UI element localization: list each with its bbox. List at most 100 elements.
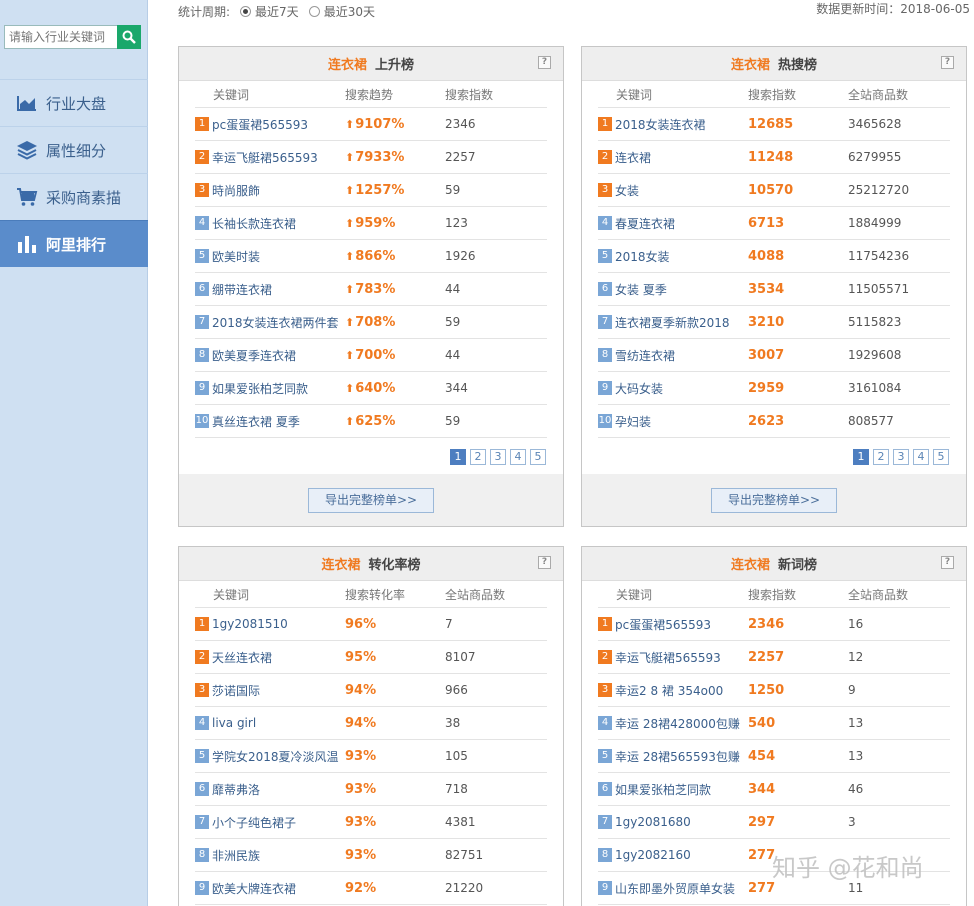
keyword-link[interactable]: 欧美夏季连衣裙 <box>212 347 296 364</box>
table-row: 10 孕妇装 2623 808577 <box>598 405 950 438</box>
panel-category[interactable]: 连衣裙 <box>731 54 770 73</box>
keyword-link[interactable]: 绷带连衣裙 <box>212 281 272 298</box>
column-header: 全站商品数 <box>848 87 909 102</box>
metric-value: 540 <box>748 715 776 731</box>
metric-count: 1884999 <box>848 216 902 230</box>
rank-badge: 6 <box>195 782 209 796</box>
metric-count: 123 <box>445 216 468 230</box>
sidebar-item-ali-ranking[interactable]: 阿里排行 <box>0 220 148 267</box>
bar-chart-icon <box>16 234 38 254</box>
page-button[interactable]: 5 <box>530 449 546 465</box>
keyword-link[interactable]: 幸运飞艇裙565593 <box>615 649 721 666</box>
keyword-link[interactable]: 2018女装连衣裙 <box>615 116 706 133</box>
rank-badge: 5 <box>598 249 612 263</box>
up-arrow-icon: ⬆ <box>345 315 355 329</box>
rank-badge: 6 <box>598 282 612 296</box>
metric-count: 1926 <box>445 249 476 263</box>
sidebar-item-label: 阿里排行 <box>46 235 107 254</box>
sidebar-nav: 行业大盘 属性细分 采购商素描 阿里排行 <box>0 79 148 267</box>
panel-header: 连衣裙 热搜榜? <box>582 47 966 81</box>
metric-count: 2257 <box>445 150 476 164</box>
help-icon[interactable]: ? <box>941 556 954 569</box>
page-button[interactable]: 4 <box>510 449 526 465</box>
page-button[interactable]: 3 <box>893 449 909 465</box>
metric-value: 783% <box>355 281 396 297</box>
up-arrow-icon: ⬆ <box>345 348 355 362</box>
page-button[interactable]: 4 <box>913 449 929 465</box>
table-row: 2 幸运飞艇裙565593 2257 12 <box>598 641 950 674</box>
keyword-link[interactable]: 大码女装 <box>615 380 663 397</box>
period-option-7days[interactable]: 最近7天 <box>240 3 299 20</box>
keyword-link[interactable]: 1gy2081510 <box>212 617 288 631</box>
sidebar-item-label: 属性细分 <box>46 141 107 160</box>
keyword-link[interactable]: 2018女装 <box>615 248 670 265</box>
page-button[interactable]: 2 <box>873 449 889 465</box>
rank-badge: 5 <box>195 749 209 763</box>
keyword-link[interactable]: 非洲民族 <box>212 847 260 864</box>
sidebar-item-attribute-detail[interactable]: 属性细分 <box>0 126 148 173</box>
metric-value: 9107% <box>355 116 405 132</box>
keyword-link[interactable]: 時尚服飾 <box>212 182 260 199</box>
industry-search-input[interactable] <box>4 25 117 49</box>
search-button[interactable] <box>117 25 141 49</box>
table-row: 6 靡蒂弗洛 93% 718 <box>195 773 547 806</box>
panel-category[interactable]: 连衣裙 <box>731 554 770 573</box>
help-icon[interactable]: ? <box>538 56 551 69</box>
period-option-30days[interactable]: 最近30天 <box>308 3 375 20</box>
rank-badge: 2 <box>598 150 612 164</box>
keyword-link[interactable]: 幸运 28裙565593包赚 <box>615 748 740 765</box>
keyword-link[interactable]: 1gy2082160 <box>615 848 691 862</box>
keyword-link[interactable]: 孕妇装 <box>615 413 651 430</box>
keyword-link[interactable]: 欧美大牌连衣裙 <box>212 880 296 897</box>
panel-category[interactable]: 连衣裙 <box>321 554 360 573</box>
keyword-link[interactable]: 莎诺国际 <box>212 682 260 699</box>
keyword-link[interactable]: 如果爱张柏芝同款 <box>212 380 308 397</box>
panel-title: 转化率榜 <box>368 558 421 573</box>
keyword-link[interactable]: 女装 夏季 <box>615 281 667 298</box>
export-full-list-button[interactable]: 导出完整榜单>> <box>711 487 837 513</box>
keyword-link[interactable]: 如果爱张柏芝同款 <box>615 781 711 798</box>
page-button[interactable]: 1 <box>853 449 869 465</box>
help-icon[interactable]: ? <box>941 56 954 69</box>
panel-title: 热搜榜 <box>778 58 818 73</box>
rank-badge: 3 <box>195 183 209 197</box>
table-row: 7 1gy2081680 297 3 <box>598 806 950 839</box>
table-row: 7 2018女装连衣裙两件套 ⬆708% 59 <box>195 306 547 339</box>
keyword-link[interactable]: 连衣裙 <box>615 149 651 166</box>
keyword-link[interactable]: 靡蒂弗洛 <box>212 781 260 798</box>
keyword-link[interactable]: pc蛋蛋裙565593 <box>615 616 711 633</box>
keyword-link[interactable]: 幸运飞艇裙565593 <box>212 149 318 166</box>
keyword-link[interactable]: 幸运 28裙428000包赚 <box>615 715 740 732</box>
rank-badge: 2 <box>195 650 209 664</box>
panel-category[interactable]: 连衣裙 <box>328 54 367 73</box>
keyword-link[interactable]: 连衣裙夏季新款2018 <box>615 314 730 331</box>
keyword-link[interactable]: 1gy2081680 <box>615 815 691 829</box>
metric-value: 93% <box>345 781 377 797</box>
metric-count: 59 <box>445 315 461 329</box>
metric-value: 95% <box>345 649 377 665</box>
keyword-link[interactable]: 山东即墨外贸原单女装 <box>615 880 735 897</box>
sidebar-item-label: 采购商素描 <box>46 188 122 207</box>
page-button[interactable]: 5 <box>933 449 949 465</box>
keyword-link[interactable]: 真丝连衣裙 夏季 <box>212 413 300 430</box>
help-icon[interactable]: ? <box>538 556 551 569</box>
keyword-link[interactable]: 天丝连衣裙 <box>212 649 272 666</box>
keyword-link[interactable]: 学院女2018夏冷淡风温 <box>212 748 339 765</box>
keyword-link[interactable]: pc蛋蛋裙565593 <box>212 116 308 133</box>
keyword-link[interactable]: 欧美时装 <box>212 248 260 265</box>
sidebar-item-buyer-profile[interactable]: 采购商素描 <box>0 173 148 220</box>
page-button[interactable]: 1 <box>450 449 466 465</box>
sidebar-item-industry-overview[interactable]: 行业大盘 <box>0 79 148 126</box>
keyword-link[interactable]: liva girl <box>212 716 256 730</box>
keyword-link[interactable]: 小个子纯色裙子 <box>212 814 296 831</box>
keyword-link[interactable]: 长袖长款连衣裙 <box>212 215 296 232</box>
keyword-link[interactable]: 春夏连衣裙 <box>615 215 675 232</box>
page-button[interactable]: 2 <box>470 449 486 465</box>
export-full-list-button[interactable]: 导出完整榜单>> <box>308 487 434 513</box>
metric-count: 8107 <box>445 650 476 664</box>
keyword-link[interactable]: 幸运2 8 裙 354o00 <box>615 682 723 699</box>
keyword-link[interactable]: 雪纺连衣裙 <box>615 347 675 364</box>
keyword-link[interactable]: 女装 <box>615 182 639 199</box>
page-button[interactable]: 3 <box>490 449 506 465</box>
keyword-link[interactable]: 2018女装连衣裙两件套 <box>212 314 339 331</box>
